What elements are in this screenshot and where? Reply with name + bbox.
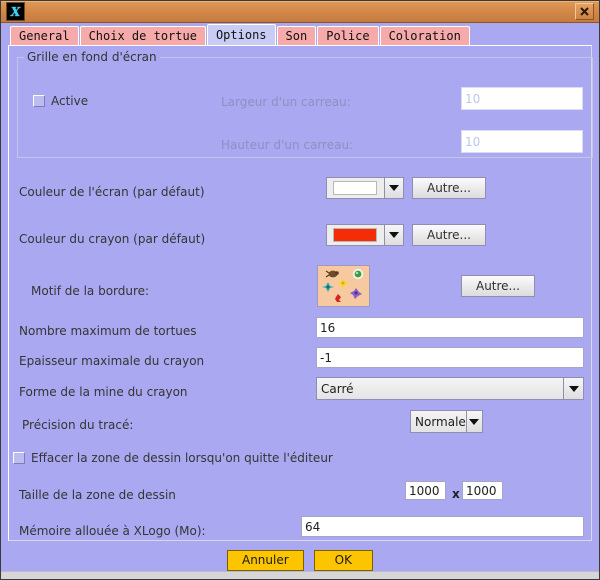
clear-on-exit-label: Effacer la zone de dessin lorsqu'on quit…	[31, 451, 333, 465]
screen-color-dropdown-arrow[interactable]	[383, 178, 403, 198]
pen-color-swatch-box	[327, 225, 384, 245]
dialog-footer: Annuler OK	[1, 541, 599, 579]
tab-son-label: Son	[285, 29, 308, 43]
tab-choix-de-tortue-label: Choix de tortue	[88, 29, 197, 43]
drawing-size-separator: x	[452, 487, 460, 501]
precision-dropdown-arrow[interactable]	[465, 411, 482, 432]
pen-color-other-button[interactable]: Autre...	[412, 224, 486, 246]
tab-general-label: General	[19, 29, 70, 43]
clear-on-exit-checkbox[interactable]	[13, 452, 25, 464]
screen-color-label: Couleur de l'écran (par défaut)	[19, 185, 205, 199]
pen-color-dropdown-arrow[interactable]	[383, 225, 403, 245]
pen-shape-label: Forme de la mine du crayon	[19, 385, 188, 399]
tab-police-label: Police	[326, 29, 370, 43]
grid-height-label: Hauteur d'un carreau:	[221, 138, 354, 152]
chevron-down-icon	[469, 418, 480, 425]
border-motif-image	[318, 266, 369, 306]
grid-height-input[interactable]: 10	[461, 130, 583, 153]
tab-strip: General Choix de tortue Options Son Poli…	[1, 23, 599, 45]
options-panel: Grille en fond d'écran Active Largeur d'…	[8, 45, 593, 541]
max-turtles-input[interactable]: 16	[316, 317, 584, 338]
pen-shape-dropdown-arrow[interactable]	[563, 378, 583, 399]
grid-groupbox-title: Grille en fond d'écran	[24, 50, 160, 64]
chevron-down-icon	[568, 385, 579, 392]
app-icon-glyph: X	[10, 4, 21, 19]
precision-combo[interactable]: Normale	[410, 410, 483, 433]
grid-active-label: Active	[51, 94, 89, 108]
cancel-button[interactable]: Annuler	[226, 549, 304, 571]
preferences-window: X General Choix de tortue Options Son Po…	[0, 0, 600, 580]
tab-options-label: Options	[215, 28, 267, 42]
grid-active-row[interactable]: Active	[33, 94, 88, 108]
memory-label: Mémoire allouée à XLogo (Mo):	[19, 524, 206, 538]
pen-color-swatch	[333, 228, 378, 242]
close-icon	[580, 7, 589, 16]
max-pen-width-label: Epaisseur maximale du crayon	[19, 354, 205, 368]
tab-coloration-label: Coloration	[388, 29, 461, 43]
options-panel-inner: Grille en fond d'écran Active Largeur d'…	[9, 46, 593, 540]
clear-on-exit-row[interactable]: Effacer la zone de dessin lorsqu'on quit…	[13, 451, 333, 465]
tab-son[interactable]: Son	[276, 26, 317, 45]
border-motif-label: Motif de la bordure:	[31, 284, 150, 298]
memory-input[interactable]: 64	[301, 516, 584, 537]
title-bar: X	[1, 1, 599, 23]
pen-shape-combo[interactable]: Carré	[316, 377, 584, 400]
pen-color-label: Couleur du crayon (par défaut)	[19, 232, 206, 246]
app-icon: X	[6, 2, 25, 21]
tab-police[interactable]: Police	[317, 26, 379, 45]
chevron-down-icon	[388, 232, 399, 238]
max-pen-width-input[interactable]: -1	[316, 347, 584, 368]
tab-general[interactable]: General	[10, 26, 79, 45]
ok-button[interactable]: OK	[313, 549, 373, 571]
tab-options[interactable]: Options	[206, 24, 276, 45]
grid-width-input[interactable]: 10	[461, 87, 583, 110]
screen-color-combo[interactable]	[326, 177, 404, 199]
close-button[interactable]	[575, 3, 594, 20]
drawing-size-label: Taille de la zone de dessin	[19, 488, 176, 502]
chevron-down-icon	[388, 185, 399, 191]
tab-choix-de-tortue[interactable]: Choix de tortue	[79, 26, 206, 45]
tab-coloration[interactable]: Coloration	[379, 26, 470, 45]
grid-width-label: Largeur d'un carreau:	[221, 95, 351, 109]
screen-color-swatch-box	[327, 178, 384, 198]
precision-label: Précision du tracé:	[22, 418, 134, 432]
border-motif-other-button[interactable]: Autre...	[461, 275, 535, 297]
precision-value: Normale	[415, 414, 466, 429]
drawing-size-height-input[interactable]: 1000	[462, 481, 503, 500]
drawing-size-width-input[interactable]: 1000	[405, 481, 446, 500]
pen-color-combo[interactable]	[326, 224, 404, 246]
pen-shape-value: Carré	[321, 381, 354, 396]
grid-active-checkbox[interactable]	[33, 95, 45, 107]
border-motif-preview[interactable]	[317, 265, 370, 307]
screen-color-other-button[interactable]: Autre...	[412, 177, 486, 199]
max-turtles-label: Nombre maximum de tortues	[19, 324, 197, 338]
screen-color-swatch	[333, 181, 378, 195]
